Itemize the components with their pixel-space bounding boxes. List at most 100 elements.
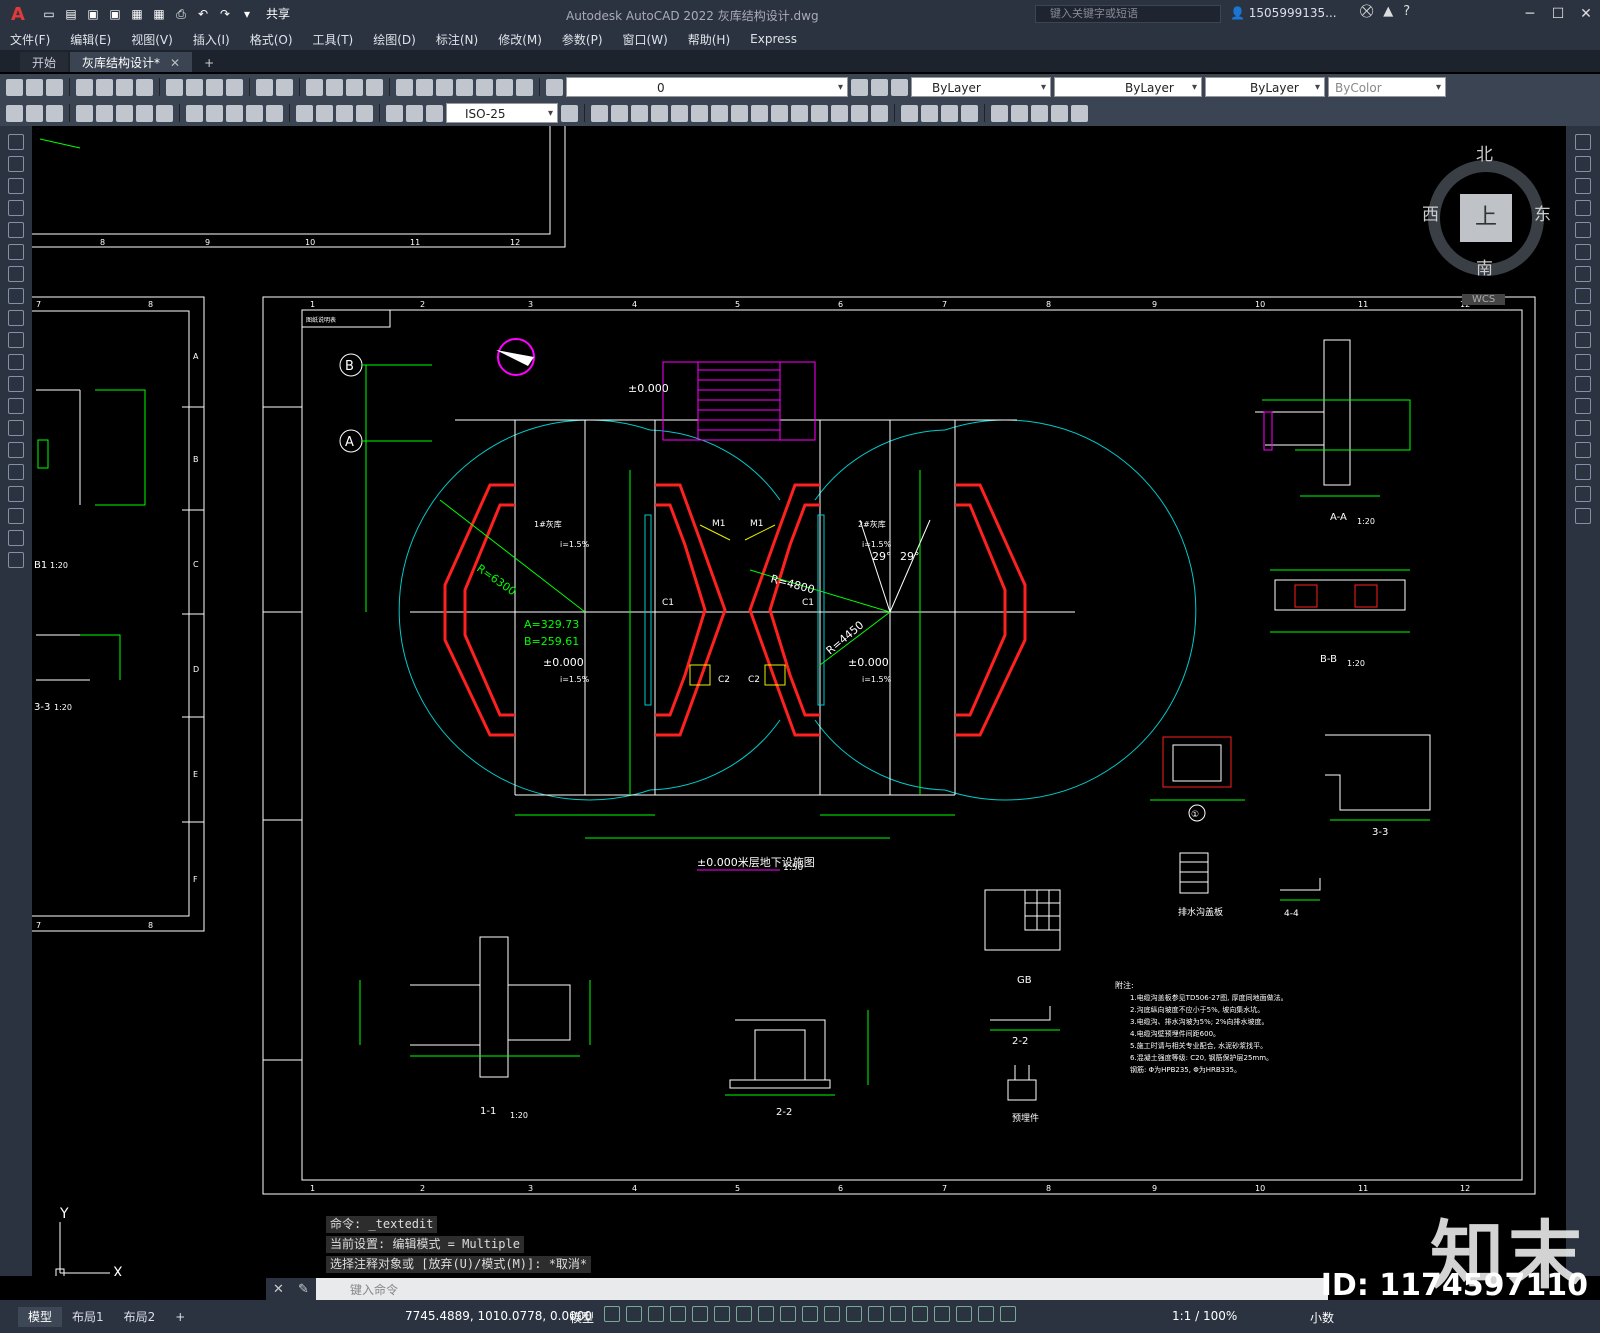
erase-icon[interactable] bbox=[1575, 134, 1591, 150]
annotation-scale-icon[interactable] bbox=[1000, 1306, 1016, 1322]
drawing-canvas[interactable]: 8 9 10 11 12 7 8 7 8 A B C D E F B1 1:20… bbox=[32, 126, 1566, 1276]
menu-modify[interactable]: 修改(M) bbox=[488, 31, 552, 48]
3d-subtract-icon[interactable] bbox=[851, 104, 868, 122]
layout-tab-2[interactable]: 布局2 bbox=[114, 1307, 166, 1327]
grid-icon[interactable] bbox=[604, 1306, 620, 1322]
menu-dimension[interactable]: 标注(N) bbox=[426, 31, 488, 48]
paste-icon[interactable] bbox=[206, 78, 223, 96]
blend-icon[interactable] bbox=[1575, 486, 1591, 502]
save-icon[interactable]: ▣ bbox=[84, 6, 102, 22]
dim-baseline-icon[interactable] bbox=[206, 104, 223, 122]
tab-drawing[interactable]: 灰库结构设计* ✕ bbox=[70, 52, 193, 72]
ucs-icon[interactable] bbox=[1071, 104, 1088, 122]
circle-icon[interactable] bbox=[8, 266, 24, 282]
wcs-menu[interactable]: WCS bbox=[1462, 294, 1506, 305]
dimstyle-manager-icon[interactable] bbox=[561, 104, 578, 122]
quick-dim-icon[interactable] bbox=[186, 104, 203, 122]
center-mark-icon[interactable] bbox=[316, 104, 333, 122]
camera-icon[interactable] bbox=[1051, 104, 1068, 122]
match-icon[interactable] bbox=[226, 78, 243, 96]
menu-edit[interactable]: 编辑(E) bbox=[60, 31, 121, 48]
dim-break-icon[interactable] bbox=[266, 104, 283, 122]
coordinate-readout[interactable]: 7745.4889, 1010.0778, 0.0000 bbox=[405, 1309, 592, 1323]
3d-wedge-icon[interactable] bbox=[611, 104, 628, 122]
polyline-icon[interactable] bbox=[8, 178, 24, 194]
dim-edit-icon[interactable] bbox=[386, 104, 403, 122]
share-button[interactable]: 共享 bbox=[266, 6, 290, 22]
color-dropdown[interactable]: ByLayer bbox=[911, 77, 1051, 98]
3d-osnap-icon[interactable] bbox=[868, 1306, 884, 1322]
insert-block-icon[interactable] bbox=[8, 376, 24, 392]
gizmo-icon[interactable] bbox=[934, 1306, 950, 1322]
inspect-icon[interactable] bbox=[336, 104, 353, 122]
isodraft-icon[interactable] bbox=[736, 1306, 752, 1322]
sheet-set-icon[interactable] bbox=[456, 78, 473, 96]
plot-icon[interactable] bbox=[76, 78, 93, 96]
undo-icon[interactable]: ↶ bbox=[194, 6, 212, 22]
mtext-icon[interactable] bbox=[8, 530, 24, 546]
extend-icon[interactable] bbox=[1575, 354, 1591, 370]
3d-union-icon[interactable] bbox=[831, 104, 848, 122]
menu-format[interactable]: 格式(O) bbox=[240, 31, 303, 48]
maximize-button[interactable]: ☐ bbox=[1544, 0, 1572, 28]
menu-insert[interactable]: 插入(I) bbox=[183, 31, 240, 48]
new-file-icon[interactable]: ▭ bbox=[40, 6, 58, 22]
lineweight-dropdown[interactable]: ByLayer bbox=[1205, 77, 1325, 98]
redo-icon[interactable]: ↷ bbox=[216, 6, 234, 22]
command-input[interactable]: 键入命令 bbox=[316, 1281, 398, 1298]
dim-linear-icon[interactable] bbox=[6, 104, 23, 122]
menu-file[interactable]: 文件(F) bbox=[0, 31, 60, 48]
search-input[interactable]: 键入关键字或短语 bbox=[1035, 5, 1221, 23]
new-tab-button[interactable]: + bbox=[194, 54, 224, 72]
3d-icon[interactable] bbox=[136, 78, 153, 96]
gradient-icon[interactable] bbox=[8, 464, 24, 480]
move-icon[interactable] bbox=[1575, 244, 1591, 260]
preview-icon[interactable] bbox=[96, 78, 113, 96]
zoom-window-icon[interactable] bbox=[346, 78, 363, 96]
publish-icon[interactable] bbox=[116, 78, 133, 96]
shade-icon[interactable] bbox=[901, 104, 918, 122]
osnap-track-icon[interactable] bbox=[758, 1306, 774, 1322]
3d-intersect-icon[interactable] bbox=[871, 104, 888, 122]
linetype-dropdown[interactable]: ByLayer bbox=[1054, 77, 1202, 98]
spline-icon[interactable] bbox=[8, 310, 24, 326]
fillet-icon[interactable] bbox=[1575, 464, 1591, 480]
customize-icon[interactable]: ▾ bbox=[238, 6, 256, 22]
point-icon[interactable] bbox=[8, 420, 24, 436]
open-file-icon[interactable]: ▤ bbox=[62, 6, 80, 22]
user-account[interactable]: 👤 1505999135... bbox=[1230, 6, 1337, 20]
dimstyle-dropdown[interactable]: ISO-25 bbox=[446, 103, 558, 124]
add-selected-icon[interactable] bbox=[8, 552, 24, 568]
layout-tab-model[interactable]: 模型 bbox=[18, 1306, 63, 1327]
3d-revolve-icon[interactable] bbox=[751, 104, 768, 122]
materials-icon[interactable] bbox=[941, 104, 958, 122]
3d-extrude-icon[interactable] bbox=[731, 104, 748, 122]
region-icon[interactable] bbox=[8, 486, 24, 502]
compass-east[interactable]: 东 bbox=[1534, 200, 1551, 225]
lineweight-icon[interactable] bbox=[802, 1306, 818, 1322]
render-icon[interactable] bbox=[921, 104, 938, 122]
selection-filter-icon[interactable] bbox=[912, 1306, 928, 1322]
break-point-icon[interactable] bbox=[1575, 376, 1591, 392]
rectangle-icon[interactable] bbox=[8, 222, 24, 238]
array-icon[interactable] bbox=[1575, 222, 1591, 238]
menu-express[interactable]: Express bbox=[740, 32, 807, 46]
dim-radius-icon[interactable] bbox=[96, 104, 113, 122]
zoom-icon[interactable] bbox=[326, 78, 343, 96]
tool-palette-icon[interactable] bbox=[436, 78, 453, 96]
walk-icon[interactable] bbox=[1011, 104, 1028, 122]
selection-cycling-icon[interactable] bbox=[846, 1306, 862, 1322]
polygon-icon[interactable] bbox=[8, 200, 24, 216]
3d-sphere-icon[interactable] bbox=[651, 104, 668, 122]
ellipse-icon[interactable] bbox=[8, 332, 24, 348]
close-tab-icon[interactable]: ✕ bbox=[170, 56, 180, 70]
markup-icon[interactable] bbox=[476, 78, 493, 96]
trim-icon[interactable] bbox=[1575, 332, 1591, 348]
viewcube-top-face[interactable]: 上 bbox=[1460, 194, 1512, 242]
dim-continue-icon[interactable] bbox=[226, 104, 243, 122]
units-readout[interactable]: 小数 bbox=[1310, 1309, 1334, 1326]
menu-parametric[interactable]: 参数(P) bbox=[552, 31, 613, 48]
apps-icon[interactable]: ▲ bbox=[1383, 4, 1393, 19]
3d-cone-icon[interactable] bbox=[631, 104, 648, 122]
viewcube[interactable]: 上 北 南 西 东 bbox=[1422, 138, 1551, 279]
